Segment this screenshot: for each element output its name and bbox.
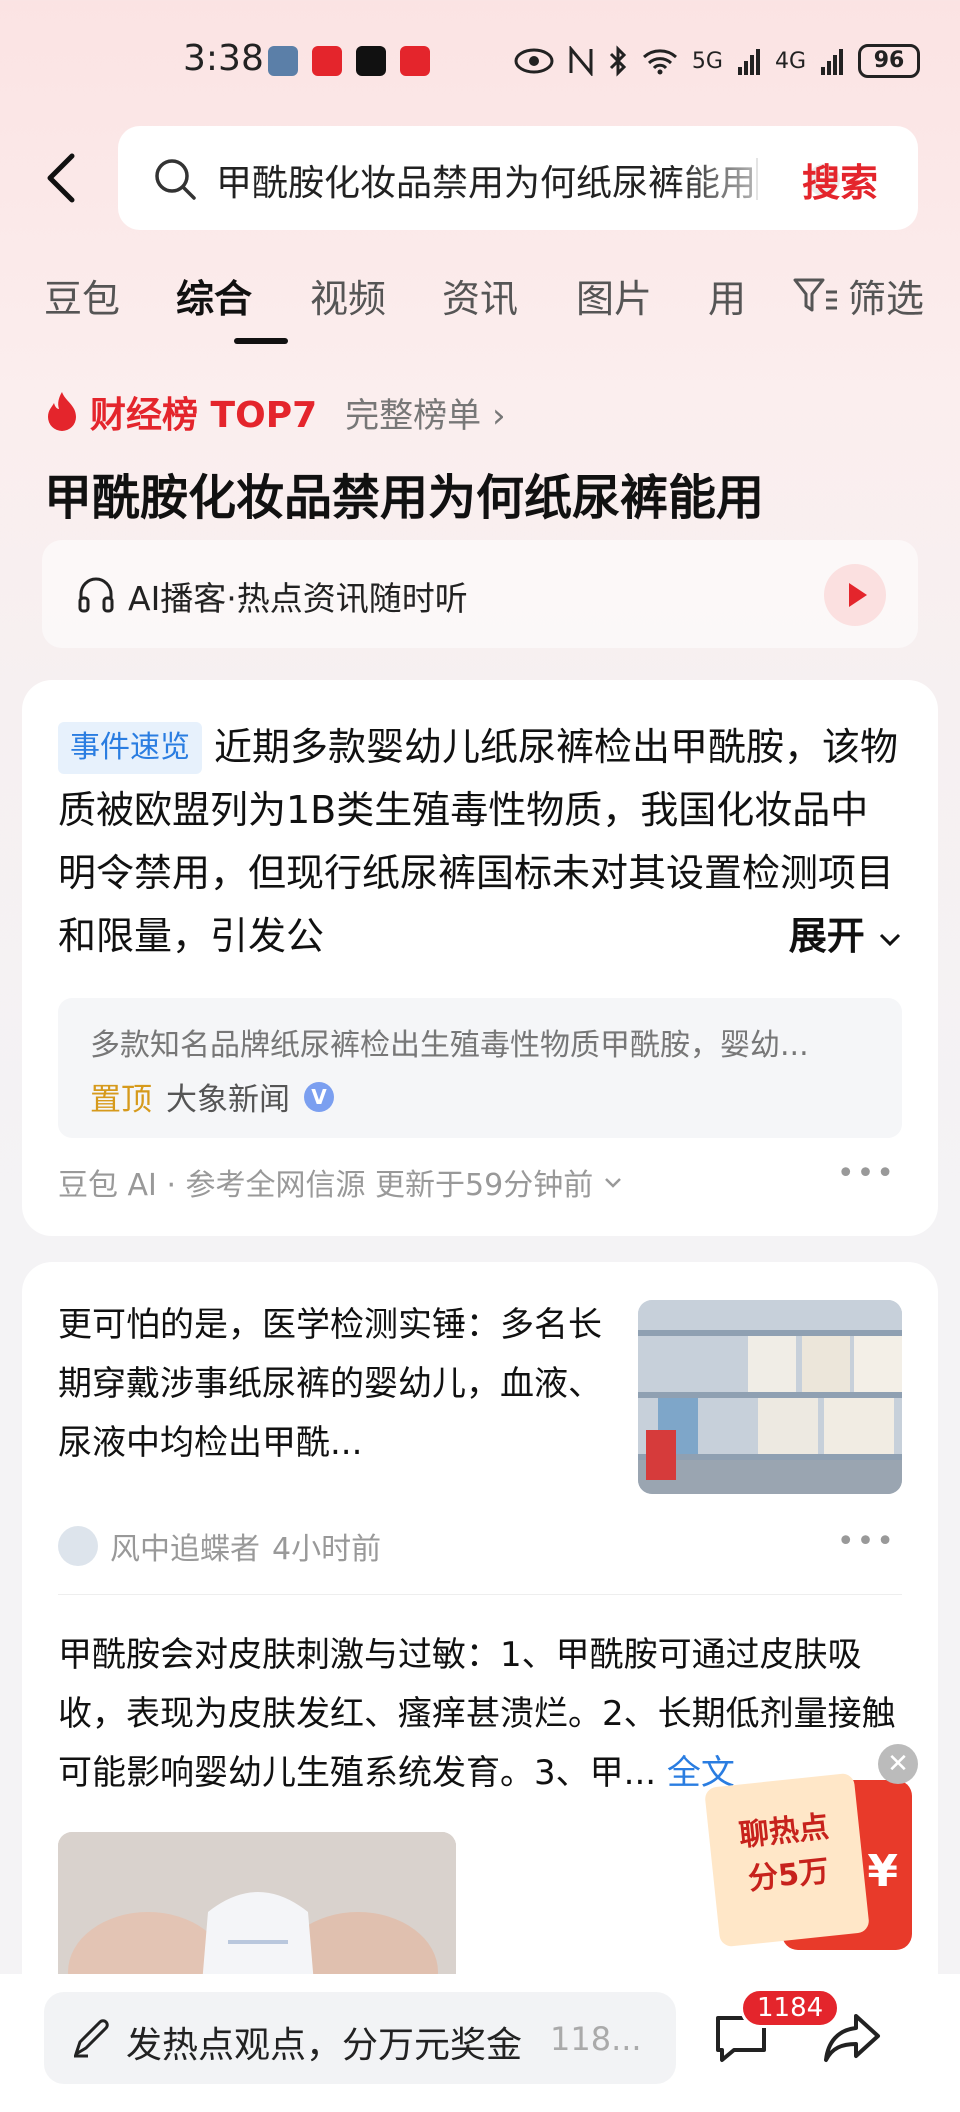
bottom-bar: 发热点观点，分万元奖金 118... 1184 bbox=[0, 1974, 960, 2112]
nfc-icon bbox=[569, 46, 593, 76]
pen-icon bbox=[74, 2019, 109, 2058]
chevron-down-icon bbox=[605, 1178, 622, 1188]
divider bbox=[58, 1594, 902, 1595]
yen-icon: ¥ bbox=[867, 1846, 898, 1897]
source-meta: 置顶 大象新闻 V bbox=[90, 1074, 334, 1119]
filter-label: 筛选 bbox=[847, 277, 924, 321]
signal-icon bbox=[737, 49, 760, 75]
ai-footer-text: 豆包 AI · 参考全网信源 更新于59分钟前 bbox=[58, 1168, 594, 1203]
close-icon[interactable]: ✕ bbox=[878, 1744, 918, 1784]
hot-topic-promo[interactable]: ✕ ¥ 聊热点 分5万 bbox=[704, 1740, 918, 1950]
event-summary-card: 事件速览 近期多款婴幼儿纸尿裤检出甲酰胺，该物质被欧盟列为1B类生殖毒性物质，我国… bbox=[22, 680, 938, 1236]
search-button[interactable]: 搜索 bbox=[802, 152, 878, 207]
wifi-icon bbox=[642, 49, 677, 75]
comment-input[interactable]: 发热点观点，分万元奖金 118... bbox=[44, 1992, 676, 2084]
tab-partial[interactable]: 用 bbox=[708, 268, 746, 323]
avatar[interactable] bbox=[58, 1526, 98, 1566]
promo-ticket: 聊热点 分5万 bbox=[704, 1772, 870, 1948]
search-icon bbox=[155, 159, 196, 200]
ranking-title: 财经榜 TOP7 bbox=[90, 395, 318, 436]
ai-source-footer[interactable]: 豆包 AI · 参考全网信源 更新于59分钟前 bbox=[58, 1160, 623, 1204]
search-divider bbox=[756, 158, 758, 200]
toutiao-notification-icon bbox=[400, 46, 430, 76]
signal-icon-2 bbox=[821, 49, 843, 75]
app-notification-icon bbox=[268, 46, 298, 76]
share-icon[interactable] bbox=[822, 2010, 882, 2066]
event-badge: 事件速览 bbox=[58, 722, 202, 774]
podcast-label: AI播客·热点资讯随时听 bbox=[128, 579, 468, 618]
tiktok-notification-icon bbox=[356, 46, 386, 76]
more-options-icon[interactable]: ••• bbox=[837, 1524, 896, 1559]
clock: 3:38 bbox=[183, 38, 264, 79]
filter-button[interactable]: 筛选 bbox=[792, 268, 924, 323]
comment-count: 118... bbox=[550, 2020, 642, 2058]
filter-icon bbox=[793, 278, 837, 311]
tab-news[interactable]: 资讯 bbox=[442, 268, 518, 323]
status-bar: 3:38 5G 4G 96 bbox=[0, 0, 960, 120]
notification-icons bbox=[268, 46, 430, 76]
full-ranking-link[interactable]: 完整榜单 › bbox=[345, 388, 505, 437]
source-reference[interactable]: 多款知名品牌纸尿裤检出生殖毒性物质甲酰胺，婴幼... 置顶 大象新闻 V bbox=[58, 998, 902, 1138]
search-bar[interactable]: 甲酰胺化妆品禁用为何纸尿裤能用 ✕ 搜索 bbox=[118, 126, 918, 230]
article-1-meta: 风中追蝶者 4小时前 bbox=[58, 1524, 381, 1568]
system-icons: 5G 4G 96 bbox=[514, 44, 920, 78]
verified-icon: V bbox=[304, 1081, 334, 1112]
expand-button[interactable]: 展开 bbox=[738, 906, 902, 966]
ai-podcast-bar[interactable]: AI播客·热点资讯随时听 bbox=[42, 540, 918, 648]
search-input[interactable]: 甲酰胺化妆品禁用为何纸尿裤能用 bbox=[216, 154, 796, 204]
pinned-tag: 置顶 bbox=[90, 1082, 152, 1118]
source-snippet: 多款知名品牌纸尿裤检出生殖毒性物质甲酰胺，婴幼... bbox=[90, 1028, 809, 1063]
source-name: 大象新闻 bbox=[166, 1082, 290, 1118]
tab-comprehensive[interactable]: 综合 bbox=[176, 268, 252, 323]
news-app-notification-icon bbox=[312, 46, 342, 76]
network-4g-label: 4G bbox=[774, 48, 806, 74]
expand-label: 展开 bbox=[788, 914, 865, 958]
active-tab-indicator bbox=[234, 338, 288, 344]
bluetooth-icon bbox=[609, 45, 627, 77]
tab-video[interactable]: 视频 bbox=[310, 268, 386, 323]
article-1-time: 4小时前 bbox=[272, 1532, 382, 1567]
result-tabs: 豆包 综合 视频 资讯 图片 用 筛选 bbox=[44, 268, 924, 348]
tab-doubao[interactable]: 豆包 bbox=[44, 268, 120, 323]
network-5g-label: 5G bbox=[691, 48, 723, 74]
more-options-icon[interactable]: ••• bbox=[837, 1156, 896, 1191]
article-1-author[interactable]: 风中追蝶者 bbox=[110, 1524, 260, 1568]
article-1-text[interactable]: 更可怕的是，医学检测实锤：多名长期穿戴涉事纸尿裤的婴幼儿，血液、尿液中均检出甲酰… bbox=[58, 1296, 618, 1473]
tab-images[interactable]: 图片 bbox=[576, 268, 652, 323]
chevron-down-icon bbox=[879, 933, 901, 947]
back-arrow-icon[interactable] bbox=[40, 148, 84, 208]
article-1-image[interactable] bbox=[638, 1300, 902, 1494]
play-button[interactable] bbox=[824, 564, 886, 626]
topic-headline: 甲酰胺化妆品禁用为何纸尿裤能用 bbox=[44, 470, 765, 526]
headphone-icon bbox=[78, 577, 114, 613]
eye-icon bbox=[514, 48, 554, 74]
fire-icon bbox=[48, 392, 76, 431]
battery-indicator: 96 bbox=[858, 44, 920, 78]
ranking-header[interactable]: 财经榜 TOP7 完整榜单 › bbox=[44, 386, 506, 438]
comment-placeholder: 发热点观点，分万元奖金 bbox=[126, 2025, 523, 2066]
store-shelf-image bbox=[638, 1300, 902, 1494]
